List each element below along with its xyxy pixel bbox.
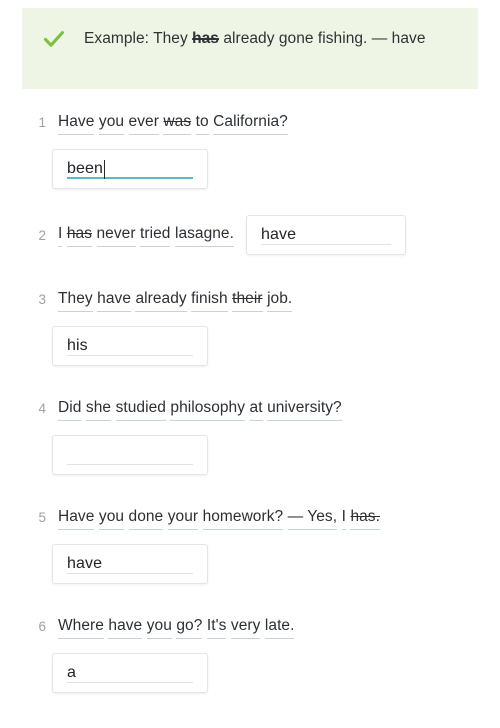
sentence-word: Did [58,397,82,421]
text-caret [104,159,106,179]
question-sentence: Have you ever was to California? [58,110,288,135]
sentence-word: your [167,506,199,530]
sentence-word: have [97,288,131,312]
sentence-word: late. [264,615,295,639]
sentence-word-struck: has. [350,506,380,530]
sentence-word: you [98,506,125,530]
check-icon [42,27,66,51]
question-number: 2 [38,228,46,243]
sentence-word: go? [176,615,203,639]
sentence-word-struck: their [232,288,263,312]
sentence-word: I [341,506,346,530]
sentence-word: very [230,615,261,639]
sentence-word: already [135,288,187,312]
question-block: 5 Have you done your homework? — Yes, I h… [0,505,500,584]
sentence-word: ever [128,111,159,135]
question-sentence: Have you done your homework? — Yes, I ha… [58,505,380,530]
question-sentence: They have already finish their job. [58,287,293,312]
sentence-word: tried [140,223,171,247]
sentence-word: you [146,615,172,639]
sentence-word: never [96,223,136,247]
answer-input[interactable]: have [52,544,208,584]
question-number: 3 [38,292,46,307]
sentence-word: I [58,223,63,247]
question-row: 3 They have already finish their job. [0,287,500,312]
answer-value: been [67,160,103,177]
example-text: Example: They has already gone fishing. … [84,26,426,51]
sentence-word: university? [267,397,342,421]
input-underline [67,463,193,465]
sentence-word: Have [58,506,95,530]
answer-value: have [260,226,297,243]
question-number: 5 [38,510,46,525]
answer-value: his [67,337,88,354]
answer-input[interactable] [52,435,208,475]
sentence-word: at [249,397,263,421]
question-number: 6 [38,619,46,634]
sentence-word: It's [206,615,227,639]
answer-input[interactable]: a [52,653,208,693]
question-block: 1 Have you ever was to California? been [0,110,500,189]
sentence-word: homework? [202,506,284,530]
answer-input[interactable]: been [52,149,208,189]
sentence-word: philosophy [170,397,246,421]
example-suffix: already gone fishing. — have [218,30,426,47]
question-block: 3 They have already finish their job. his [0,287,500,366]
sentence-word: job. [267,288,293,312]
sentence-word: studied [115,397,166,421]
sentence-word: finish [191,288,228,312]
sentence-word: Have [58,111,95,135]
answer-input[interactable]: his [52,326,208,366]
question-row: 2I has never tried lasagne. have [0,215,500,255]
sentence-word: They [58,288,93,312]
question-block: 4 Did she studied philosophy at universit… [0,396,500,475]
sentence-word: have [108,615,143,639]
question-sentence: Where have you go? It's very late. [58,614,295,639]
input-underline [67,681,193,683]
sentence-word: Where [58,615,104,639]
question-row: 4 Did she studied philosophy at universit… [0,396,500,421]
sentence-word: California? [213,111,288,135]
question-block: 6 Where have you go? It's very late. a [0,614,500,693]
exercise-page: Example: They has already gone fishing. … [0,0,500,728]
example-strike-word: has [192,30,219,47]
question-block: 2I has never tried lasagne. have [0,215,500,255]
question-row: 1 Have you ever was to California? [0,110,500,135]
example-prefix: Example: They [84,30,193,47]
question-number: 1 [38,115,46,130]
sentence-word: done [128,506,164,530]
sentence-word: — Yes, [287,506,338,530]
sentence-word-struck: was [163,111,192,135]
sentence-word: lasagne. [174,223,234,247]
sentence-word: she [85,397,112,421]
answer-value: a [67,664,76,681]
sentence-word: to [195,111,209,135]
question-sentence: I has never tried lasagne. [58,223,234,247]
question-row: 6 Where have you go? It's very late. [0,614,500,639]
answer-input[interactable]: have [245,215,406,255]
question-sentence: Did she studied philosophy at university… [58,396,342,421]
question-list: 1 Have you ever was to California? been 2 I … [0,110,500,693]
sentence-word: you [98,111,125,135]
example-banner: Example: They has already gone fishing. … [22,8,478,89]
sentence-word-struck: has [66,223,93,247]
question-row: 5 Have you done your homework? — Yes, I h… [0,505,500,530]
question-number: 4 [38,401,46,416]
answer-value: have [67,555,103,572]
